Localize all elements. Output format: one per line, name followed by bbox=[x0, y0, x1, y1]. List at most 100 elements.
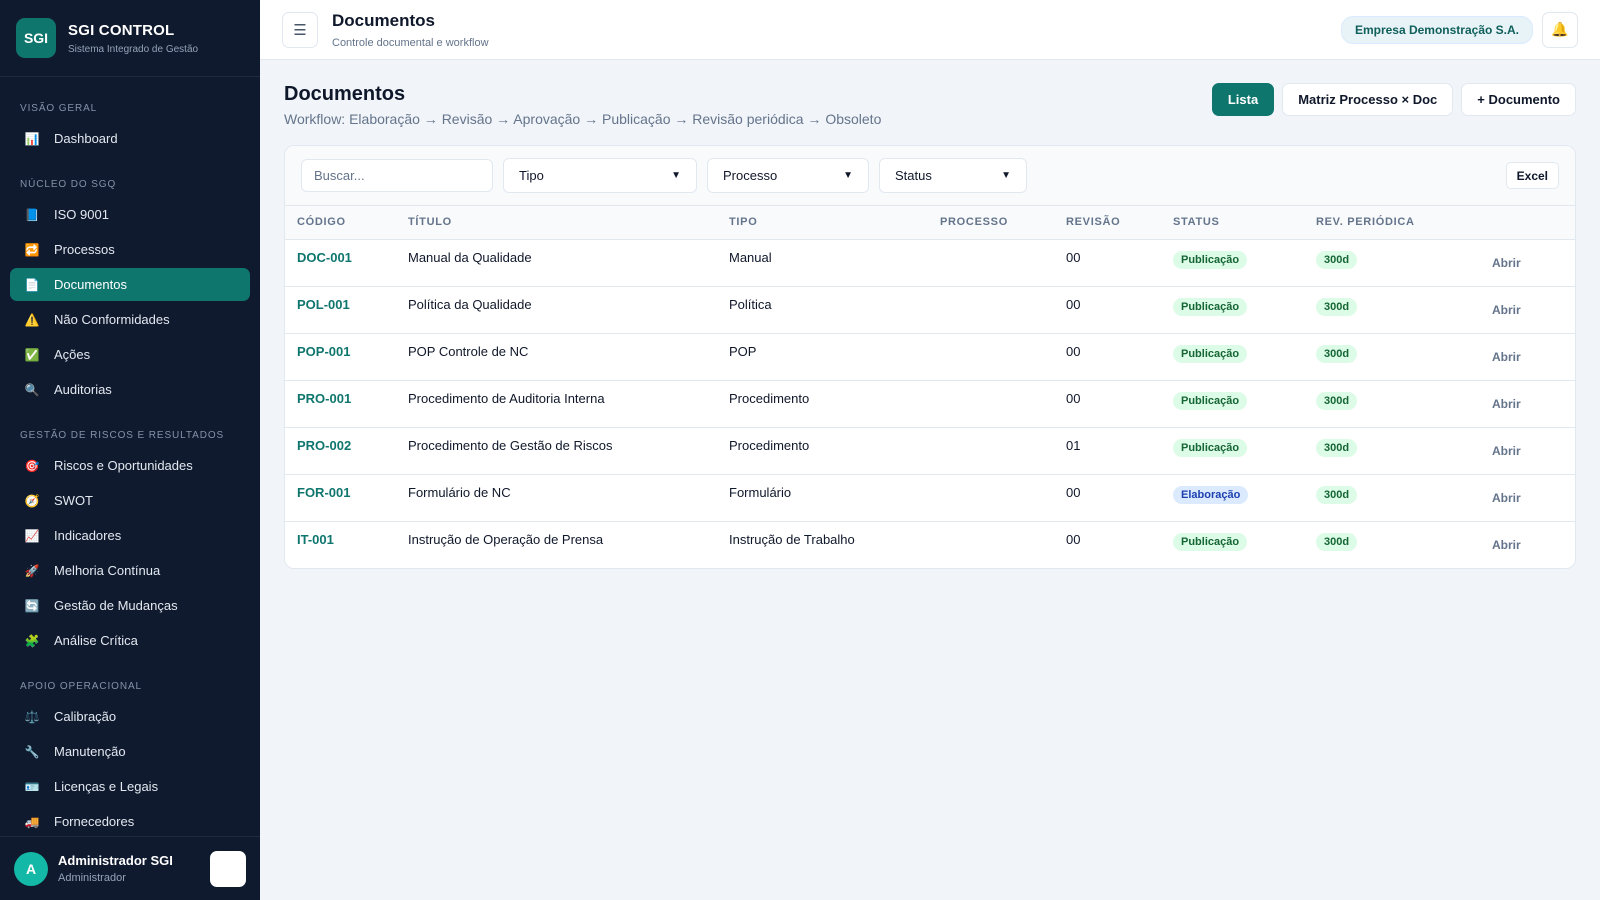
workflow-description: Workflow: Elaboração → Revisão → Aprovaç… bbox=[284, 111, 882, 127]
topbar-subtitle: Controle documental e workflow bbox=[332, 36, 489, 49]
sidebar: SGI SGI CONTROL Sistema Integrado de Ges… bbox=[0, 0, 260, 900]
doc-revision: 00 bbox=[1066, 484, 1081, 500]
header-status[interactable]: STATUS bbox=[1161, 206, 1304, 240]
open-button[interactable]: Abrir bbox=[1492, 350, 1521, 364]
status-badge: Publicação bbox=[1173, 250, 1248, 269]
sidebar-item-label: Análise Crítica bbox=[54, 633, 138, 648]
header-revision[interactable]: REVISÃO bbox=[1054, 206, 1161, 240]
doc-revision: 00 bbox=[1066, 531, 1081, 547]
process-select[interactable]: Processo ▼ bbox=[707, 158, 869, 193]
sidebar-item[interactable]: 📈 Indicadores bbox=[10, 519, 250, 552]
doc-revision: 00 bbox=[1066, 296, 1081, 312]
company-badge[interactable]: Empresa Demonstração S.A. bbox=[1340, 15, 1533, 44]
table-row[interactable]: PRO-002 Procedimento de Gestão de Riscos P… bbox=[285, 427, 1575, 475]
status-select[interactable]: Status ▼ bbox=[879, 158, 1027, 193]
periodic-review-badge: 300d bbox=[1316, 344, 1358, 363]
process-select-value: Processo bbox=[723, 168, 778, 183]
sidebar-item[interactable]: 🚚 Fornecedores bbox=[10, 805, 250, 836]
open-button[interactable]: Abrir bbox=[1492, 256, 1521, 270]
periodic-review-badge: 300d bbox=[1316, 250, 1358, 269]
doc-revision: 00 bbox=[1066, 249, 1081, 265]
status-select-value: Status bbox=[895, 168, 932, 183]
puzzle-icon: 🧩 bbox=[24, 633, 40, 648]
hamburger-icon: ☰ bbox=[293, 21, 307, 39]
doc-type: Formulário bbox=[729, 484, 792, 500]
status-badge: Publicação bbox=[1173, 391, 1248, 410]
sidebar-item-label: Calibração bbox=[54, 709, 117, 724]
sidebar-item-label: Manutenção bbox=[54, 744, 126, 759]
sidebar-item-label: Não Conformidades bbox=[54, 312, 170, 327]
table-row[interactable]: DOC-001 Manual da Qualidade Manual 00 Public… bbox=[285, 239, 1575, 287]
sidebar-item[interactable]: ✅ Ações bbox=[10, 338, 250, 371]
doc-code-link[interactable]: IT-001 bbox=[297, 532, 334, 547]
search-input[interactable] bbox=[301, 159, 493, 192]
open-button[interactable]: Abrir bbox=[1492, 303, 1521, 317]
excel-export-button[interactable]: Excel bbox=[1505, 162, 1559, 189]
notifications-button[interactable]: 🔔 bbox=[1542, 11, 1578, 48]
doc-code-link[interactable]: PRO-002 bbox=[297, 438, 351, 453]
table-row[interactable]: POL-001 Política da Qualidade Política 00 Pu… bbox=[285, 286, 1575, 334]
sidebar-item[interactable]: 📘 ISO 9001 bbox=[10, 198, 250, 231]
nav-section-label: VISÃO GERAL bbox=[20, 103, 98, 114]
chevron-down-icon: ▼ bbox=[671, 170, 681, 181]
sidebar-item[interactable]: 🔍 Auditorias bbox=[10, 373, 250, 406]
sidebar-item[interactable]: 📊 Dashboard bbox=[10, 122, 250, 155]
sidebar-item[interactable]: ⚠️ Não Conformidades bbox=[10, 303, 250, 336]
sidebar-item[interactable]: 📄 Documentos bbox=[10, 268, 250, 301]
open-button[interactable]: Abrir bbox=[1492, 444, 1521, 458]
doc-code-link[interactable]: POP-001 bbox=[297, 344, 350, 359]
main-content: Documentos Workflow: Elaboração → Revisã… bbox=[284, 60, 1576, 569]
sidebar-item[interactable]: 🎯 Riscos e Oportunidades bbox=[10, 449, 250, 482]
sidebar-item[interactable]: 🚀 Melhoria Contínua bbox=[10, 554, 250, 587]
avatar[interactable]: A bbox=[14, 851, 48, 886]
doc-type: Procedimento bbox=[729, 437, 810, 453]
doc-code-link[interactable]: PRO-001 bbox=[297, 391, 351, 406]
header-type[interactable]: TIPO bbox=[717, 206, 928, 240]
bell-icon: 🔔 bbox=[1551, 21, 1569, 37]
doc-revision: 01 bbox=[1066, 437, 1081, 453]
topbar-title: Documentos bbox=[332, 10, 435, 30]
sidebar-item[interactable]: 🔁 Processos bbox=[10, 233, 250, 266]
open-button[interactable]: Abrir bbox=[1492, 538, 1521, 552]
table-row[interactable]: FOR-001 Formulário de NC Formulário 00 Elabo… bbox=[285, 474, 1575, 522]
brand-logo[interactable]: SGI bbox=[16, 18, 56, 58]
sidebar-item[interactable]: 🔄 Gestão de Mudanças bbox=[10, 589, 250, 622]
table-row[interactable]: IT-001 Instrução de Operação de Prensa Ins… bbox=[285, 521, 1575, 568]
sidebar-item-label: ISO 9001 bbox=[54, 207, 109, 222]
new-document-button[interactable]: + Documento bbox=[1461, 83, 1576, 116]
doc-title: Formulário de NC bbox=[408, 484, 511, 500]
nav-section-label: NÚCLEO DO SGQ bbox=[20, 179, 117, 190]
matrix-view-button[interactable]: Matriz Processo × Doc bbox=[1282, 83, 1454, 116]
table-row[interactable]: POP-001 POP Controle de NC POP 00 Publicação… bbox=[285, 333, 1575, 381]
open-button[interactable]: Abrir bbox=[1492, 491, 1521, 505]
sidebar-item[interactable]: 🪪 Licenças e Legais bbox=[10, 770, 250, 803]
doc-code-link[interactable]: FOR-001 bbox=[297, 485, 350, 500]
magnifier-icon: 🔍 bbox=[24, 382, 40, 397]
status-badge: Publicação bbox=[1173, 438, 1248, 457]
header-title[interactable]: TÍTULO bbox=[396, 206, 717, 240]
sidebar-item[interactable]: 🧭 SWOT bbox=[10, 484, 250, 517]
open-button[interactable]: Abrir bbox=[1492, 397, 1521, 411]
header-process[interactable]: PROCESSO bbox=[928, 206, 1054, 240]
chevron-down-icon: ▼ bbox=[1001, 170, 1011, 181]
menu-toggle-button[interactable]: ☰ bbox=[282, 11, 318, 48]
document-icon: 📄 bbox=[24, 277, 40, 292]
sidebar-item-label: Documentos bbox=[54, 277, 127, 292]
header-periodic-review[interactable]: REV. PERIÓDICA bbox=[1304, 206, 1480, 240]
sidebar-item[interactable]: 🔧 Manutenção bbox=[10, 735, 250, 768]
doc-code-link[interactable]: DOC-001 bbox=[297, 250, 352, 265]
type-select[interactable]: Tipo ▼ bbox=[503, 158, 697, 193]
doc-type: Política bbox=[729, 296, 772, 312]
sidebar-item[interactable]: ⚖️ Calibração bbox=[10, 700, 250, 733]
list-view-button[interactable]: Lista bbox=[1211, 83, 1275, 116]
doc-code-link[interactable]: POL-001 bbox=[297, 297, 350, 312]
filters-bar: Tipo ▼ Processo ▼ Status ▼ Excel bbox=[285, 146, 1575, 206]
doc-revision: 00 bbox=[1066, 343, 1081, 359]
repeat-icon: 🔁 bbox=[24, 242, 40, 257]
logout-button[interactable] bbox=[210, 850, 246, 887]
doc-title: Manual da Qualidade bbox=[408, 249, 532, 265]
table-row[interactable]: PRO-001 Procedimento de Auditoria Interna… bbox=[285, 380, 1575, 428]
sidebar-item[interactable]: 🧩 Análise Crítica bbox=[10, 624, 250, 657]
header-code[interactable]: CÓDIGO bbox=[285, 206, 396, 240]
sidebar-item-label: Indicadores bbox=[54, 528, 122, 543]
